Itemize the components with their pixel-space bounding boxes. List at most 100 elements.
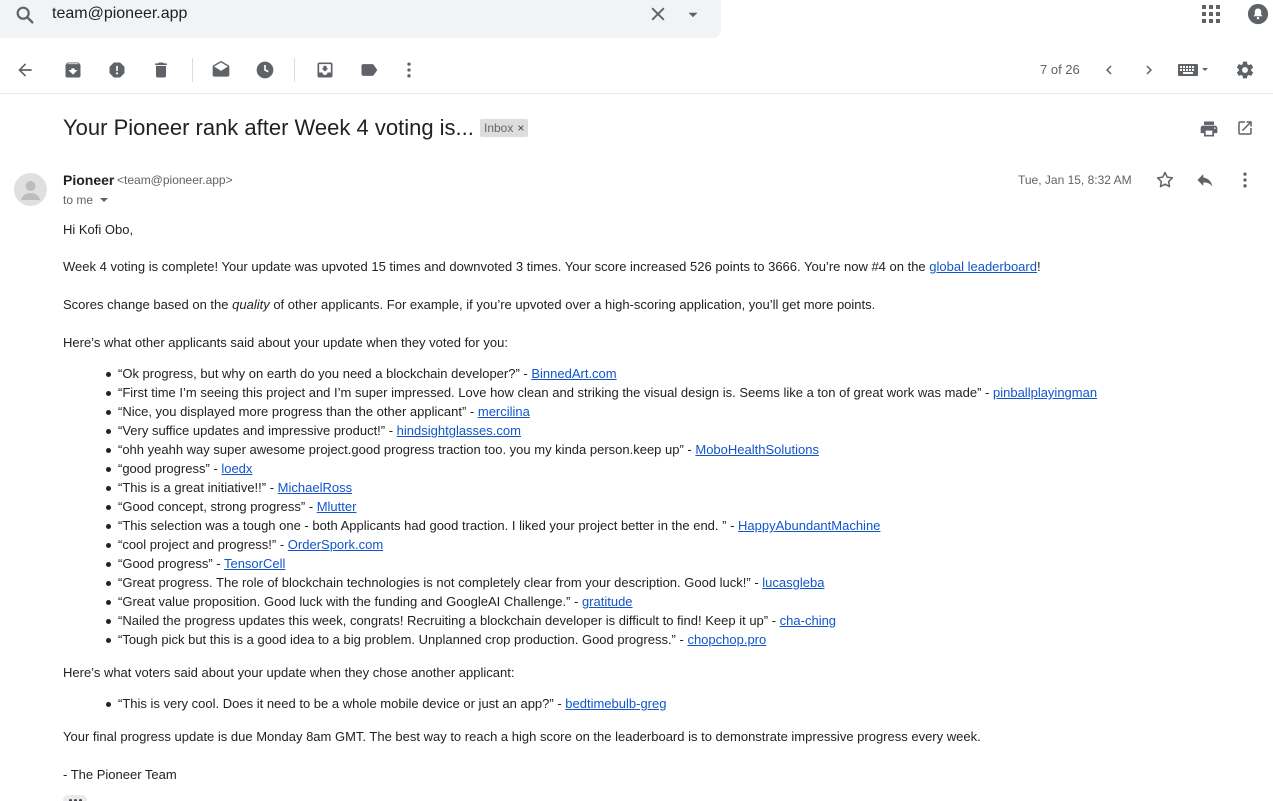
more-actions-button[interactable] [398,59,420,81]
comment-author-link[interactable]: hindsightglasses.com [397,423,521,438]
trash-icon [155,62,167,78]
scoring-text-b: of other applicants. For example, if you… [269,297,876,312]
comments-against-list: “This is very cool. Does it need to be a… [63,694,666,713]
reply-icon[interactable] [1195,170,1215,190]
chevron-left-icon [1106,65,1112,75]
comment-author-link[interactable]: Mlutter [317,499,357,514]
older-button[interactable] [1138,59,1160,81]
comment-text: “This is very cool. Does it need to be a… [118,696,566,711]
search-options-icon[interactable] [684,6,702,24]
clear-search-icon[interactable] [648,4,668,24]
email-date: Tue, Jan 15, 8:32 AM [1018,173,1132,187]
snooze-button[interactable] [254,59,276,81]
comment-author-link[interactable]: MichaelRoss [278,480,352,495]
comment-item: “Nailed the progress updates this week, … [63,611,1097,630]
comment-text: “Nice, you displayed more progress than … [118,404,478,419]
more-vert-icon [407,62,411,78]
paragraph-results: Week 4 voting is complete! Your update w… [63,257,1041,276]
comment-author-link[interactable]: mercilina [478,404,530,419]
sender-avatar [14,173,47,206]
comment-author-link[interactable]: lucasgleba [762,575,824,590]
comment-item: “good progress” - loedx [63,459,1097,478]
notifications-icon[interactable] [1247,3,1269,25]
email-subject: Your Pioneer rank after Week 4 voting is… [63,115,474,140]
comment-author-link[interactable]: cha-ching [780,613,836,628]
inbox-label-chip[interactable]: Inbox × [480,119,529,137]
comment-item: “This is very cool. Does it need to be a… [63,694,666,713]
more-vert-icon[interactable] [1235,170,1255,190]
comment-text: “Ok progress, but why on earth do you ne… [118,366,532,381]
comment-item: “cool project and progress!” - OrderSpor… [63,535,1097,554]
paragraph-against-intro: Here’s what voters said about your updat… [63,665,515,680]
gear-icon [1236,61,1254,79]
leaderboard-link[interactable]: global leaderboard [929,259,1037,274]
results-text: Week 4 voting is complete! Your update w… [63,259,930,274]
signoff: - The Pioneer Team [63,767,177,782]
archive-icon [65,62,81,78]
keyboard-icon [1178,64,1208,76]
open-new-window-icon[interactable] [1236,119,1254,137]
comment-author-link[interactable]: TensorCell [224,556,285,571]
paragraph-deadline: Your final progress update is due Monday… [63,729,981,744]
comment-author-link[interactable]: bedtimebulb-greg [565,696,666,711]
search-input[interactable]: team@pioneer.app [52,5,187,23]
comment-author-link[interactable]: gratitude [582,594,633,609]
comment-text: “good progress” - [118,461,222,476]
search-box[interactable]: team@pioneer.app [0,0,721,38]
recipient-details[interactable]: to me [63,193,109,207]
toolbar-divider [0,93,1273,94]
print-icon[interactable] [1199,119,1219,139]
comment-item: “ohh yeahh way super awesome project.goo… [63,440,1097,459]
clock-icon [256,61,274,79]
sender-email: <team@pioneer.app> [117,173,233,187]
remove-label-icon[interactable]: × [517,121,524,135]
results-end: ! [1036,259,1041,274]
comment-item: “Nice, you displayed more progress than … [63,402,1097,421]
labels-button[interactable] [358,59,380,81]
comment-text: “Tough pick but this is a good idea to a… [118,632,688,647]
comment-text: “Good progress” - [118,556,224,571]
search-icon[interactable] [14,4,36,26]
label-icon [361,64,378,76]
comment-author-link[interactable]: loedx [221,461,252,476]
comments-for-list: “Ok progress, but why on earth do you ne… [63,364,1097,649]
comment-text: “This selection was a tough one - both A… [118,518,739,533]
newer-button[interactable] [1098,59,1120,81]
delete-button[interactable] [150,59,172,81]
comment-text: “ohh yeahh way super awesome project.goo… [118,442,696,457]
paragraph-scoring: Scores change based on the quality of ot… [63,295,875,314]
comment-text: “This is a great initiative!!” - [118,480,278,495]
comment-item: “This is a great initiative!!” - Michael… [63,478,1097,497]
back-button[interactable] [14,59,36,81]
archive-button[interactable] [62,59,84,81]
comment-item: “Ok progress, but why on earth do you ne… [63,364,1097,383]
label-text: Inbox [484,121,514,135]
report-spam-button[interactable] [106,59,128,81]
mark-unread-button[interactable] [210,59,232,81]
show-trimmed-content-button[interactable] [63,795,87,801]
back-arrow-icon [18,63,32,77]
settings-button[interactable] [1234,59,1256,81]
paragraph-for-intro: Here’s what other applicants said about … [63,335,508,350]
comment-author-link[interactable]: HappyAbundantMachine [738,518,880,533]
comment-author-link[interactable]: pinballplayingman [993,385,1097,400]
comment-text: “First time I’m seeing this project and … [118,385,993,400]
comment-author-link[interactable]: MoboHealthSolutions [695,442,819,457]
move-to-button[interactable] [314,59,336,81]
comment-item: “Great value proposition. Good luck with… [63,592,1097,611]
comment-text: “Great value proposition. Good luck with… [118,594,582,609]
pager-text: 7 of 26 [1040,62,1080,77]
comment-author-link[interactable]: OrderSpork.com [288,537,383,552]
comment-item: “Great progress. The role of blockchain … [63,573,1097,592]
comment-text: “Great progress. The role of blockchain … [118,575,763,590]
chevron-right-icon [1146,65,1152,75]
sender-name: Pioneer [63,172,115,188]
input-tools-button[interactable] [1176,59,1212,81]
comment-author-link[interactable]: chopchop.pro [687,632,766,647]
comment-item: “This selection was a tough one - both A… [63,516,1097,535]
star-icon[interactable] [1155,170,1175,190]
move-to-inbox-icon [317,62,333,78]
email-toolbar: 7 of 26 [0,50,1273,90]
apps-grid-icon[interactable] [1201,4,1221,24]
comment-author-link[interactable]: BinnedArt.com [531,366,616,381]
